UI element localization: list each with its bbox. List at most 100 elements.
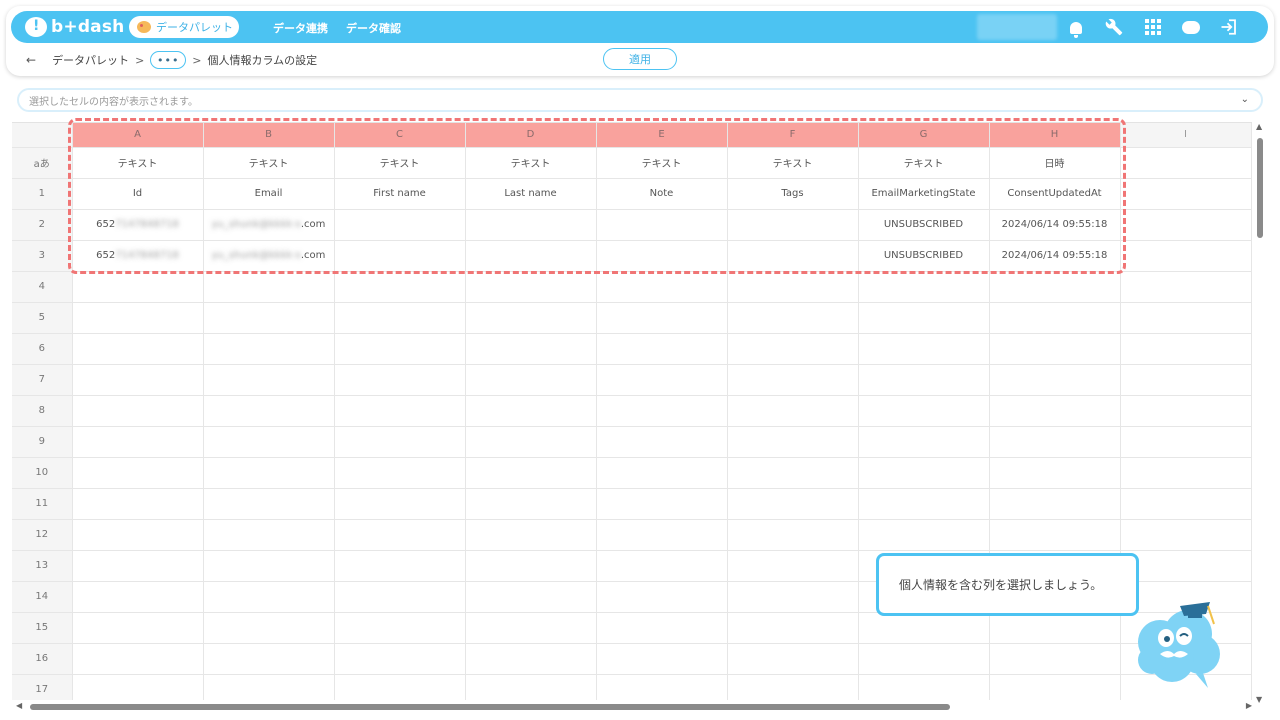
table-cell[interactable] bbox=[203, 674, 335, 700]
data-palette-pill[interactable]: データパレット bbox=[129, 16, 239, 38]
table-cell[interactable] bbox=[72, 674, 204, 700]
table-cell[interactable] bbox=[727, 643, 859, 675]
table-cell[interactable] bbox=[989, 426, 1121, 458]
table-cell[interactable] bbox=[72, 302, 204, 334]
bell-icon[interactable] bbox=[1066, 17, 1086, 38]
table-cell[interactable]: Last name bbox=[465, 178, 597, 210]
horizontal-scroll-thumb[interactable] bbox=[30, 704, 950, 710]
table-cell[interactable] bbox=[727, 395, 859, 427]
table-cell[interactable] bbox=[1120, 395, 1252, 427]
scroll-down-icon[interactable]: ▼ bbox=[1256, 695, 1262, 704]
table-cell[interactable] bbox=[334, 457, 466, 489]
table-cell[interactable] bbox=[727, 364, 859, 396]
row-header[interactable]: 1 bbox=[12, 178, 73, 210]
table-cell[interactable] bbox=[727, 581, 859, 613]
column-header-b[interactable]: B bbox=[203, 123, 335, 148]
table-cell[interactable] bbox=[203, 271, 335, 303]
type-cell[interactable] bbox=[1120, 147, 1252, 179]
table-cell[interactable] bbox=[203, 519, 335, 551]
table-cell[interactable]: EmailMarketingState bbox=[858, 178, 990, 210]
breadcrumb-data-palette[interactable]: データパレット bbox=[52, 52, 129, 68]
table-cell[interactable] bbox=[596, 364, 728, 396]
table-cell[interactable] bbox=[203, 612, 335, 644]
wrench-icon[interactable] bbox=[1104, 17, 1124, 37]
table-cell[interactable] bbox=[727, 457, 859, 489]
table-cell[interactable] bbox=[727, 488, 859, 520]
table-cell[interactable] bbox=[858, 271, 990, 303]
table-cell[interactable] bbox=[465, 364, 597, 396]
table-cell[interactable] bbox=[465, 488, 597, 520]
column-header-i[interactable]: I bbox=[1120, 123, 1252, 148]
table-cell[interactable] bbox=[72, 333, 204, 365]
table-cell[interactable] bbox=[989, 612, 1121, 644]
table-cell[interactable] bbox=[727, 519, 859, 551]
table-cell[interactable] bbox=[203, 364, 335, 396]
table-cell[interactable] bbox=[727, 612, 859, 644]
table-cell[interactable]: yu_shunk@kkkk-s.com bbox=[203, 240, 335, 272]
table-cell[interactable] bbox=[858, 457, 990, 489]
column-header-h[interactable]: H bbox=[989, 123, 1121, 148]
row-header[interactable]: 10 bbox=[12, 457, 73, 489]
table-cell[interactable] bbox=[596, 643, 728, 675]
table-cell[interactable] bbox=[858, 674, 990, 700]
table-cell[interactable] bbox=[1120, 457, 1252, 489]
table-cell[interactable] bbox=[1120, 240, 1252, 272]
table-cell[interactable] bbox=[334, 550, 466, 582]
table-cell[interactable]: 6527147848718 bbox=[72, 240, 204, 272]
table-cell[interactable] bbox=[465, 426, 597, 458]
user-info-blurred[interactable] bbox=[977, 14, 1057, 40]
table-cell[interactable] bbox=[1120, 488, 1252, 520]
type-cell[interactable]: 日時 bbox=[989, 147, 1121, 179]
table-cell[interactable] bbox=[72, 612, 204, 644]
table-cell[interactable] bbox=[203, 581, 335, 613]
apply-button[interactable]: 適用 bbox=[603, 48, 677, 70]
table-cell[interactable] bbox=[72, 519, 204, 551]
row-header[interactable]: 2 bbox=[12, 209, 73, 241]
table-cell[interactable] bbox=[334, 364, 466, 396]
table-cell[interactable] bbox=[596, 581, 728, 613]
table-cell[interactable] bbox=[596, 240, 728, 272]
table-cell[interactable] bbox=[596, 488, 728, 520]
table-cell[interactable] bbox=[727, 333, 859, 365]
table-cell[interactable] bbox=[1120, 178, 1252, 210]
row-header[interactable]: 4 bbox=[12, 271, 73, 303]
table-cell[interactable] bbox=[334, 426, 466, 458]
logout-icon[interactable] bbox=[1219, 17, 1239, 37]
row-header[interactable]: 3 bbox=[12, 240, 73, 272]
table-cell[interactable] bbox=[465, 612, 597, 644]
table-cell[interactable] bbox=[989, 674, 1121, 700]
table-cell[interactable]: First name bbox=[334, 178, 466, 210]
scroll-up-icon[interactable]: ▲ bbox=[1256, 122, 1262, 131]
table-cell[interactable] bbox=[989, 364, 1121, 396]
table-cell[interactable]: Id bbox=[72, 178, 204, 210]
vertical-scrollbar[interactable]: ▲ ▼ bbox=[1255, 122, 1265, 704]
nav-data-integration[interactable]: データ連携 bbox=[273, 20, 328, 36]
table-cell[interactable] bbox=[1120, 209, 1252, 241]
column-header-e[interactable]: E bbox=[596, 123, 728, 148]
vertical-scroll-thumb[interactable] bbox=[1257, 138, 1263, 238]
table-cell[interactable] bbox=[334, 209, 466, 241]
table-cell[interactable]: UNSUBSCRIBED bbox=[858, 240, 990, 272]
row-header[interactable]: 11 bbox=[12, 488, 73, 520]
column-header-c[interactable]: C bbox=[334, 123, 466, 148]
table-cell[interactable] bbox=[334, 240, 466, 272]
table-cell[interactable] bbox=[1120, 333, 1252, 365]
table-cell[interactable] bbox=[1120, 426, 1252, 458]
table-cell[interactable] bbox=[858, 426, 990, 458]
row-header[interactable]: 12 bbox=[12, 519, 73, 551]
table-cell[interactable] bbox=[858, 488, 990, 520]
cell-content-bar[interactable]: 選択したセルの内容が表示されます。 ⌄ bbox=[17, 88, 1263, 112]
table-cell[interactable] bbox=[727, 550, 859, 582]
column-header-d[interactable]: D bbox=[465, 123, 597, 148]
table-cell[interactable] bbox=[989, 395, 1121, 427]
table-cell[interactable] bbox=[334, 612, 466, 644]
scroll-left-icon[interactable]: ◀ bbox=[16, 701, 22, 710]
table-cell[interactable] bbox=[858, 333, 990, 365]
table-cell[interactable] bbox=[334, 333, 466, 365]
table-cell[interactable]: yu_shunk@kkkk-s.com bbox=[203, 209, 335, 241]
table-cell[interactable] bbox=[465, 550, 597, 582]
table-cell[interactable] bbox=[465, 302, 597, 334]
table-cell[interactable] bbox=[989, 302, 1121, 334]
type-cell[interactable]: テキスト bbox=[596, 147, 728, 179]
table-cell[interactable] bbox=[596, 333, 728, 365]
